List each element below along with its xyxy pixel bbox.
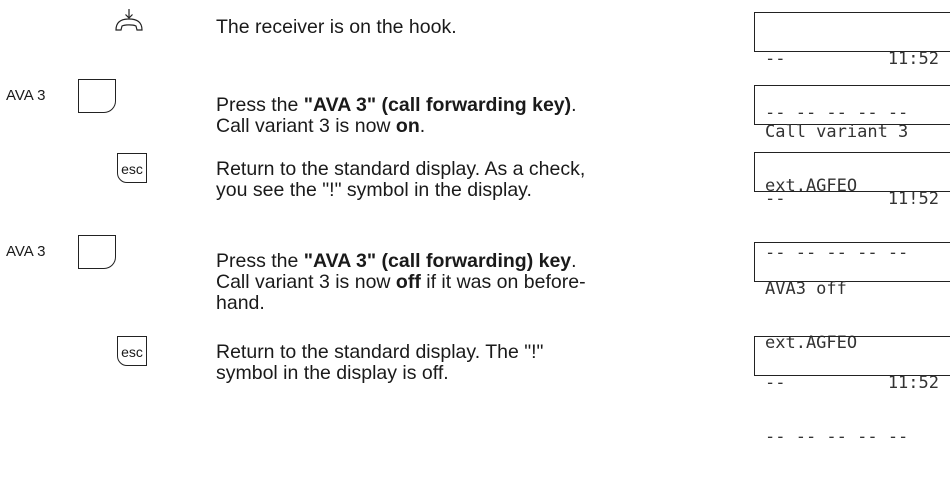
step-5-line-2: symbol in the display is off. — [216, 362, 449, 384]
step-4-text-key: "AVA 3" (call forwarding) key — [303, 250, 572, 272]
step-4-text-a: Press the — [216, 250, 304, 272]
step-3-line-1: Return to the standard display. As a che… — [216, 158, 586, 180]
step-2-text-on: on — [395, 115, 420, 137]
ava3-key-label: AVA 3 — [6, 87, 46, 104]
display-1-line-1: -- 11:52 — [765, 49, 939, 69]
step-2-text-a: Press the — [216, 94, 304, 116]
ava3-function-key-2[interactable] — [78, 235, 116, 269]
display-5-line-2: -- -- -- -- -- — [765, 427, 909, 447]
step-5-line-1: Return to the standard display. The "!" — [216, 341, 544, 363]
display-2: Call variant 3 ext.AGFEO — [754, 85, 950, 195]
step-2-text: Press the "AVA 3" (call forwarding key).… — [216, 95, 686, 137]
step-2-text-d: . — [419, 115, 426, 137]
step-5-text: Return to the standard display. The "!" … — [216, 342, 686, 384]
display-4: AVA3 off ext.AGFEO — [754, 242, 950, 352]
step-3-line-2: you see the "!" symbol in the display. — [216, 179, 532, 201]
step-4-text-b: . — [571, 250, 577, 272]
step-3-text: Return to the standard display. As a che… — [216, 159, 686, 201]
display-5-line-1: -- 11:52 — [765, 373, 939, 393]
display-5: -- 11:52 -- -- -- -- -- — [754, 336, 950, 446]
step-4-text-e: hand. — [216, 292, 265, 314]
esc-key-2[interactable]: esc — [117, 336, 147, 366]
step-4-text: Press the "AVA 3" (call forwarding) key.… — [216, 251, 686, 314]
ava3-function-key[interactable] — [78, 79, 116, 113]
step-2-text-c: Call variant 3 is now — [216, 115, 396, 137]
receiver-on-hook-icon — [115, 9, 143, 31]
display-4-line-1: AVA3 off — [765, 279, 847, 299]
ava3-key-label-2: AVA 3 — [6, 243, 46, 260]
display-3-line-1: -- 11!52 — [765, 189, 939, 209]
step-4-text-off: off — [395, 271, 421, 293]
display-2-line-1: Call variant 3 — [765, 122, 909, 142]
step-1-text: The receiver is on the hook. — [216, 16, 457, 38]
step-2-text-key: "AVA 3" (call forwarding key) — [303, 94, 572, 116]
display-1: -- 11:52 -- -- -- -- -- — [754, 12, 950, 122]
step-2-text-b: . — [571, 94, 577, 116]
step-4-text-d: if it was on before- — [420, 271, 586, 293]
step-4-text-c: Call variant 3 is now — [216, 271, 396, 293]
esc-key[interactable]: esc — [117, 153, 147, 183]
display-3: -- 11!52 -- -- -- -- -- — [754, 152, 950, 262]
